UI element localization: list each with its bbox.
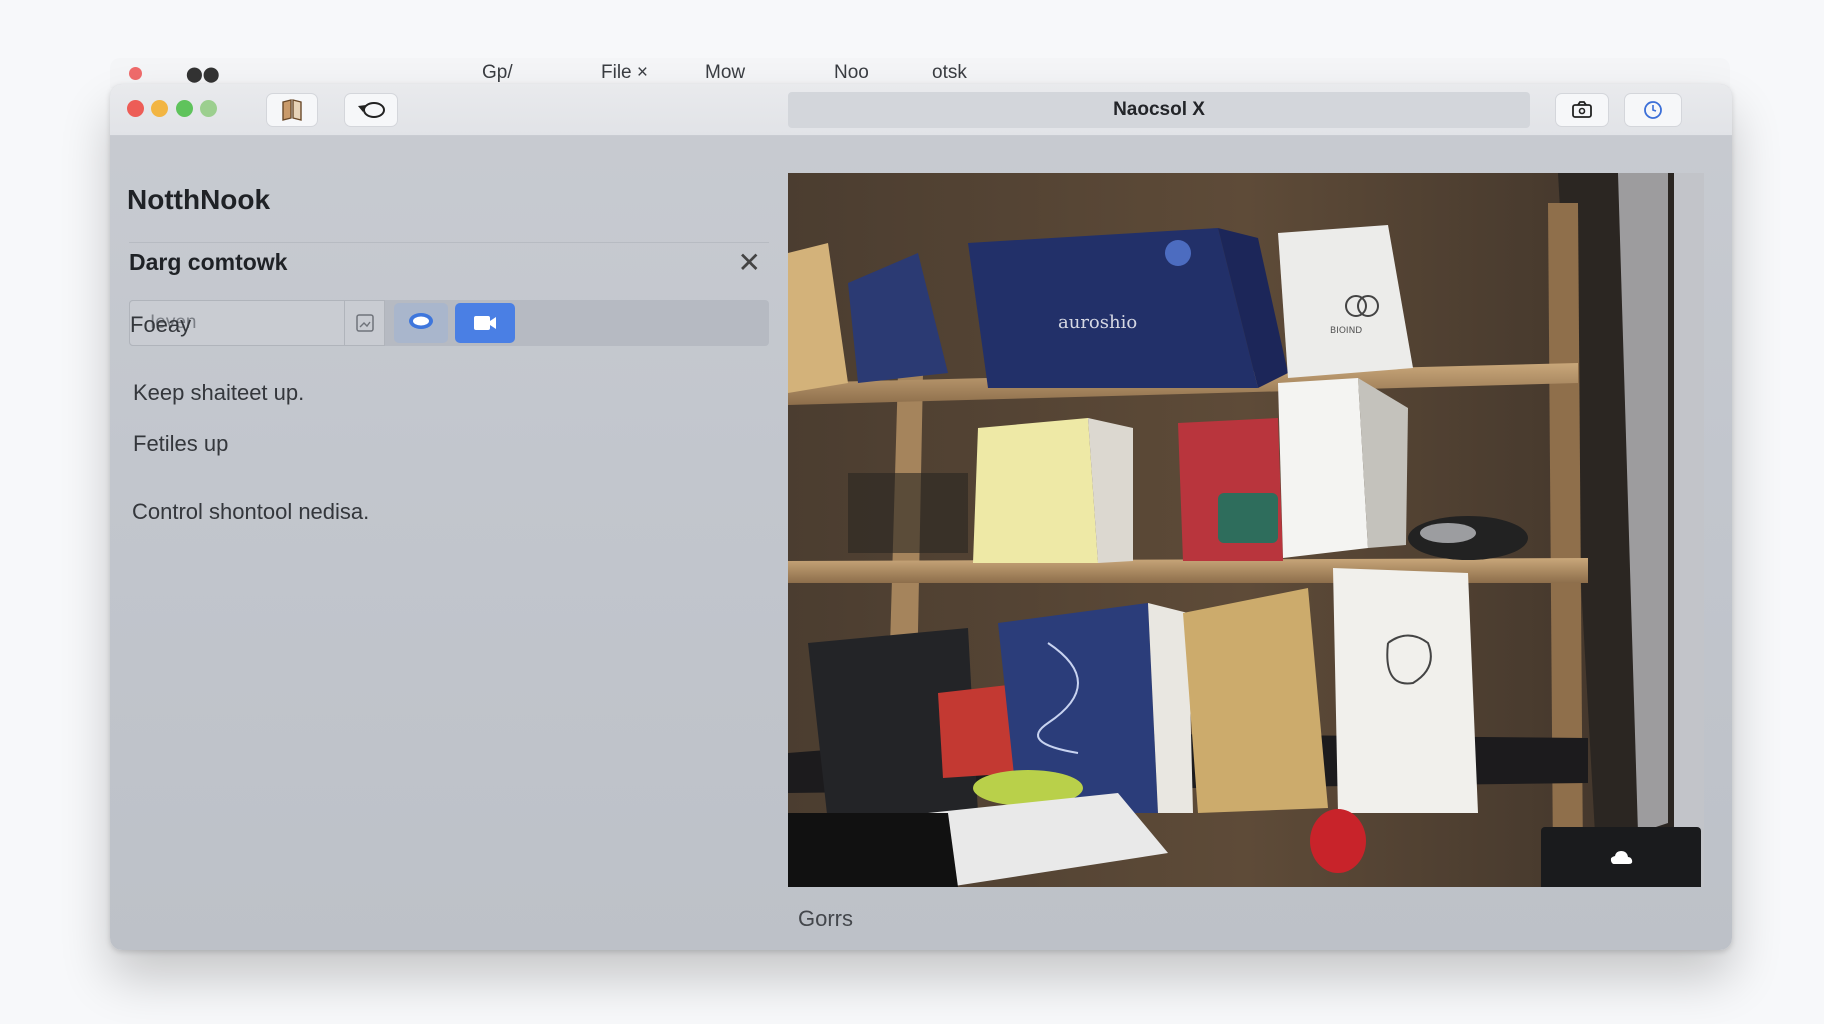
image-icon [355,314,374,332]
label-fetiles-up: Fetiles up [133,431,229,456]
tab-active[interactable]: Naocsol X [788,92,1530,128]
book-icon [282,99,302,121]
window-extra-button[interactable] [200,100,217,117]
close-dot-icon[interactable] [129,67,142,80]
history-button[interactable] [1624,93,1682,127]
title-bar: Naocsol X [110,84,1732,136]
camera-icon [1572,101,1592,118]
label-control: Control shontool nedisa. [132,499,370,524]
menu-item-otsk[interactable]: otsk [932,62,967,84]
window-close-button[interactable] [127,100,144,117]
search-toolbar [129,300,769,346]
label-keep-up: Keep shaiteet up. [133,380,305,405]
app-title: NotthNook [127,184,271,215]
chat-button[interactable] [394,303,448,343]
video-button[interactable] [455,303,515,343]
app-window: Naocsol X NotthNook Darg comtowk ✕ Ieven… [110,84,1732,950]
menu-item-mow[interactable]: Mow [705,62,745,84]
app-menu-icon[interactable]: ⬤⬤ [186,65,220,83]
library-button[interactable] [266,93,318,127]
window-minimize-button[interactable] [151,100,168,117]
shelf-photo: auroshio BIOIND [788,173,1704,887]
cloud-icon [1610,851,1633,864]
media-preview[interactable]: auroshio BIOIND [788,173,1704,887]
chat-icon [409,313,433,329]
tab-title: Naocsol X [1113,99,1205,120]
video-icon [474,316,496,330]
media-caption: Gorrs [798,906,853,931]
section-header: Darg comtowk ✕ [129,242,769,282]
media-control-button[interactable] [1541,827,1701,887]
label-foeay: Foeay [130,312,192,337]
clock-icon [1644,101,1662,119]
menu-item-gp[interactable]: Gp/ [482,62,513,84]
undo-button[interactable] [344,93,398,127]
box-label-2: BIOIND [1330,326,1362,336]
box-label-1: auroshio [1058,312,1137,333]
close-icon[interactable]: ✕ [738,249,761,277]
section-title: Darg comtowk [129,249,288,275]
window-zoom-button[interactable] [176,100,193,117]
image-picker-button[interactable] [344,301,384,345]
menu-item-file[interactable]: File × [601,62,648,84]
menu-item-noo[interactable]: Noo [834,62,869,84]
undo-icon [358,102,385,118]
camera-button[interactable] [1555,93,1609,127]
